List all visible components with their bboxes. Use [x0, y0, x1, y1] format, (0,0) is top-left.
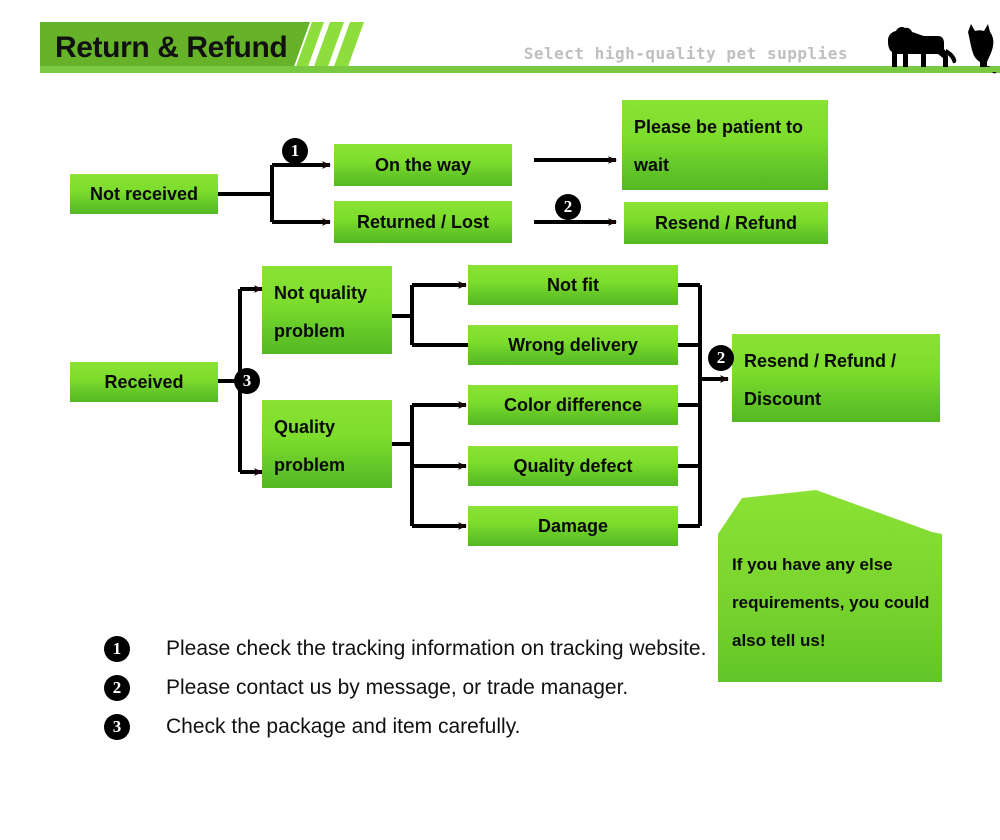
- marker-1-top: 1: [282, 138, 308, 164]
- callout-text: If you have any else requirements, you c…: [732, 555, 930, 650]
- legend-item: 2 Please contact us by message, or trade…: [104, 669, 904, 707]
- box-quality-problem[interactable]: Quality problem: [262, 400, 392, 488]
- page-title: Return & Refund: [55, 31, 288, 64]
- dog-and-cat-silhouette-icon: [882, 24, 998, 74]
- page-root: Return & Refund Select high-quality pet …: [0, 0, 1000, 840]
- header-rule-gap: [40, 73, 1000, 75]
- legend-number-2: 2: [104, 675, 130, 701]
- marker-2-top: 2: [555, 194, 581, 220]
- box-returned-lost[interactable]: Returned / Lost: [334, 201, 512, 243]
- box-quality-defect[interactable]: Quality defect: [468, 446, 678, 486]
- legend-number-3: 3: [104, 714, 130, 740]
- legend-text-2: Please contact us by message, or trade m…: [166, 676, 629, 699]
- box-not-received[interactable]: Not received: [70, 174, 218, 214]
- header-tagline: Select high-quality pet supplies: [523, 44, 848, 63]
- box-please-be-patient[interactable]: Please be patient to wait: [622, 100, 828, 190]
- marker-3-middle: 3: [234, 368, 260, 394]
- flowchart: Not received On the way Returned / Lost …: [0, 86, 1000, 682]
- box-resend-refund[interactable]: Resend / Refund: [624, 202, 828, 244]
- legend-item: 3 Check the package and item carefully.: [104, 708, 904, 746]
- box-damage[interactable]: Damage: [468, 506, 678, 546]
- legend-number-1: 1: [104, 636, 130, 662]
- box-not-fit[interactable]: Not fit: [468, 265, 678, 305]
- legend-text-3: Check the package and item carefully.: [166, 715, 521, 738]
- box-wrong-delivery[interactable]: Wrong delivery: [468, 325, 678, 365]
- marker-2-middle: 2: [708, 345, 734, 371]
- page-header: Return & Refund Select high-quality pet …: [0, 0, 1000, 86]
- box-color-difference[interactable]: Color difference: [468, 385, 678, 425]
- box-resend-refund-discount[interactable]: Resend / Refund / Discount: [732, 334, 940, 422]
- legend-text-1: Please check the tracking information on…: [166, 637, 707, 660]
- box-not-quality-problem[interactable]: Not quality problem: [262, 266, 392, 354]
- box-received[interactable]: Received: [70, 362, 218, 402]
- box-on-the-way[interactable]: On the way: [334, 144, 512, 186]
